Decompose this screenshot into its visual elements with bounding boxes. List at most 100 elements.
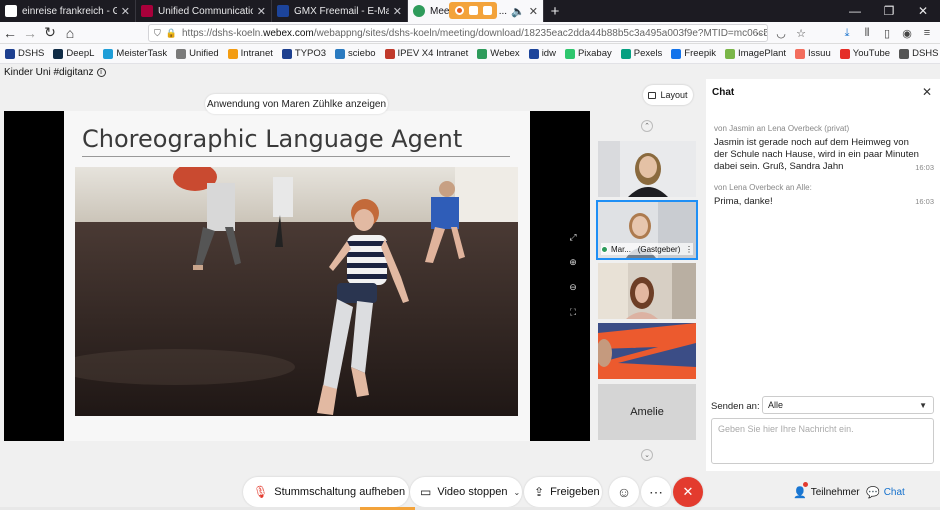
bookmark-item[interactable]: Unified	[176, 48, 219, 59]
tab-speaker-icon[interactable]: 🔈	[511, 5, 525, 18]
account-icon[interactable]: ◉	[900, 26, 914, 40]
bookmark-item[interactable]: ImagePlant	[724, 48, 787, 59]
notification-dot	[803, 482, 808, 487]
bookmark-item[interactable]: Webex	[477, 48, 520, 59]
zoom-in-icon[interactable]: ⊕	[569, 257, 577, 268]
bookmark-label: Freepik	[684, 48, 716, 59]
participants-label: Teilnehmer	[810, 486, 860, 498]
participant-video[interactable]	[598, 263, 696, 319]
fit-screen-icon[interactable]: ⛶	[570, 307, 576, 318]
bookmark-item[interactable]: Issuu	[795, 48, 831, 59]
restore-window-icon[interactable]: ❐	[872, 0, 906, 22]
info-icon[interactable]: i	[96, 68, 106, 77]
bookmark-item[interactable]: Freepik	[671, 48, 716, 59]
chat-button[interactable]: 💬 Chat	[866, 481, 905, 503]
close-window-icon[interactable]: ✕	[906, 0, 940, 22]
home-icon[interactable]: ⌂	[60, 23, 80, 43]
bookmark-item[interactable]: Intranet	[227, 48, 273, 59]
pocket-icon[interactable]: ◡	[774, 26, 788, 40]
zoom-out-icon[interactable]: ⊖	[569, 282, 577, 293]
chat-message-text: Jasmin ist gerade noch auf dem Heimweg v…	[714, 137, 919, 172]
chat-message-meta: von Lena Overbeck an Alle:	[714, 183, 812, 192]
send-to-select[interactable]: Alle ▼	[762, 396, 934, 414]
bookmark-item[interactable]: DSHS	[5, 48, 44, 59]
bookmark-favicon-icon	[477, 48, 488, 59]
send-to-label: Senden an:	[711, 401, 760, 412]
video-button[interactable]: ▭ Video stoppen ⌄	[410, 477, 522, 507]
close-icon[interactable]: ✕	[922, 85, 932, 99]
participant-video[interactable]	[598, 141, 696, 197]
leave-meeting-button[interactable]: ✕	[673, 477, 703, 507]
share-banner-suffix: anzeigen	[345, 98, 387, 110]
bookmark-favicon-icon	[53, 48, 64, 59]
bookmark-label: Webex	[490, 48, 520, 59]
library-icon[interactable]: ⫴	[860, 26, 874, 40]
chat-panel: Chat ✕ von Jasmin an Lena Overbeck (priv…	[706, 79, 940, 471]
bookmark-item[interactable]: YouTube	[839, 48, 890, 59]
video-camera-icon: ▭	[420, 485, 432, 499]
close-tab-icon[interactable]: ✕	[393, 5, 402, 18]
layout-button[interactable]: Layout	[643, 85, 693, 105]
share-banner[interactable]: Anwendung von Maren Zühlke anzeigen	[205, 94, 388, 114]
bookmark-label: Pixabay	[577, 48, 612, 59]
bookmark-label: IPEV X4 Intranet	[397, 48, 469, 59]
tab-title: einreise frankreich - Google Su	[22, 5, 117, 17]
slide-title: Choreographic Language Agent	[82, 125, 463, 153]
participant-video-host[interactable]: Mar... (Gastgeber) ⋮	[596, 200, 698, 260]
share-button[interactable]: ⇪ Freigeben	[524, 477, 602, 507]
participant-name: Amelie	[630, 406, 664, 418]
bookmark-item[interactable]: Pixabay	[564, 48, 612, 59]
bookmark-label: Pexels	[633, 48, 663, 59]
bookmark-favicon-icon	[103, 48, 114, 59]
share-banner-prefix: Anwendung von	[206, 98, 279, 110]
participant-video[interactable]	[598, 323, 696, 379]
address-bar[interactable]: ⛉ 🔒 https://dshs-koeln. webex.com/webappn…	[148, 24, 768, 42]
sidebar-icon[interactable]: ▯	[880, 26, 894, 40]
share-icon: ⇪	[534, 485, 545, 499]
minimize-window-icon[interactable]: —	[838, 0, 872, 22]
browser-tab[interactable]: GMX Freemail - E-Mail made in ✕	[272, 0, 408, 22]
back-arrow-icon[interactable]: ←	[0, 23, 20, 43]
browser-tab[interactable]: einreise frankreich - Google Su ✕	[0, 0, 136, 22]
chat-input[interactable]: Geben Sie hier Ihre Nachricht ein.	[711, 418, 934, 464]
menu-icon[interactable]: ≡	[920, 26, 934, 40]
layout-icon	[648, 91, 657, 99]
more-options-button[interactable]: ⋯	[641, 477, 671, 507]
bookmark-item[interactable]: IPEV X4 Intranet	[384, 48, 469, 59]
bookmark-item[interactable]: DeepL	[53, 48, 94, 59]
mute-button[interactable]: 🎙 Stummschaltung aufheben ⌄	[243, 477, 418, 507]
new-tab-button[interactable]: +	[544, 0, 566, 22]
scroll-up-icon[interactable]: ⌃	[641, 120, 653, 132]
share-banner-name: Maren Zühlke	[281, 98, 343, 110]
page-actions-icon[interactable]: ⋯	[754, 26, 768, 40]
more-options-icon[interactable]: ⋮	[685, 245, 693, 254]
screen-sharing-indicator[interactable]	[449, 2, 497, 19]
bookmark-item[interactable]: DSHS - 2020-10-19 - ...	[899, 48, 940, 59]
bookmark-item[interactable]: idw	[528, 48, 556, 59]
reactions-button[interactable]: ☺	[609, 477, 639, 507]
bookmark-item[interactable]: Pexels	[620, 48, 663, 59]
bookmark-label: TYPO3	[294, 48, 327, 59]
bookmark-item[interactable]: TYPO3	[281, 48, 327, 59]
scroll-down-icon[interactable]: ⌄	[641, 449, 653, 461]
bookmark-label: ImagePlant	[737, 48, 787, 59]
chat-message-time: 16:03	[915, 163, 934, 172]
close-tab-icon[interactable]: ✕	[257, 5, 266, 18]
fullscreen-icon[interactable]: ⤢	[569, 232, 576, 243]
reload-icon[interactable]: ↻	[40, 23, 60, 43]
bookmark-favicon-icon	[281, 48, 292, 59]
microphone-icon	[482, 6, 492, 15]
bookmark-item[interactable]: MeisterTask	[103, 48, 167, 59]
download-icon[interactable]: ⤓	[840, 26, 854, 40]
forward-arrow-icon[interactable]: →	[20, 23, 40, 43]
participant-tile-no-video[interactable]: Amelie	[598, 384, 696, 440]
chevron-down-icon[interactable]: ⌄	[513, 488, 520, 497]
lock-icon[interactable]: 🔒	[166, 28, 177, 39]
shield-icon[interactable]: ⛉	[154, 28, 161, 39]
bookmark-star-icon[interactable]: ☆	[794, 26, 808, 40]
bookmark-favicon-icon	[227, 48, 238, 59]
close-tab-icon[interactable]: ✕	[529, 5, 538, 18]
bookmark-item[interactable]: sciebo	[335, 48, 376, 59]
close-tab-icon[interactable]: ✕	[121, 5, 130, 18]
browser-tab[interactable]: Unified Communications-Selbs ✕	[136, 0, 272, 22]
